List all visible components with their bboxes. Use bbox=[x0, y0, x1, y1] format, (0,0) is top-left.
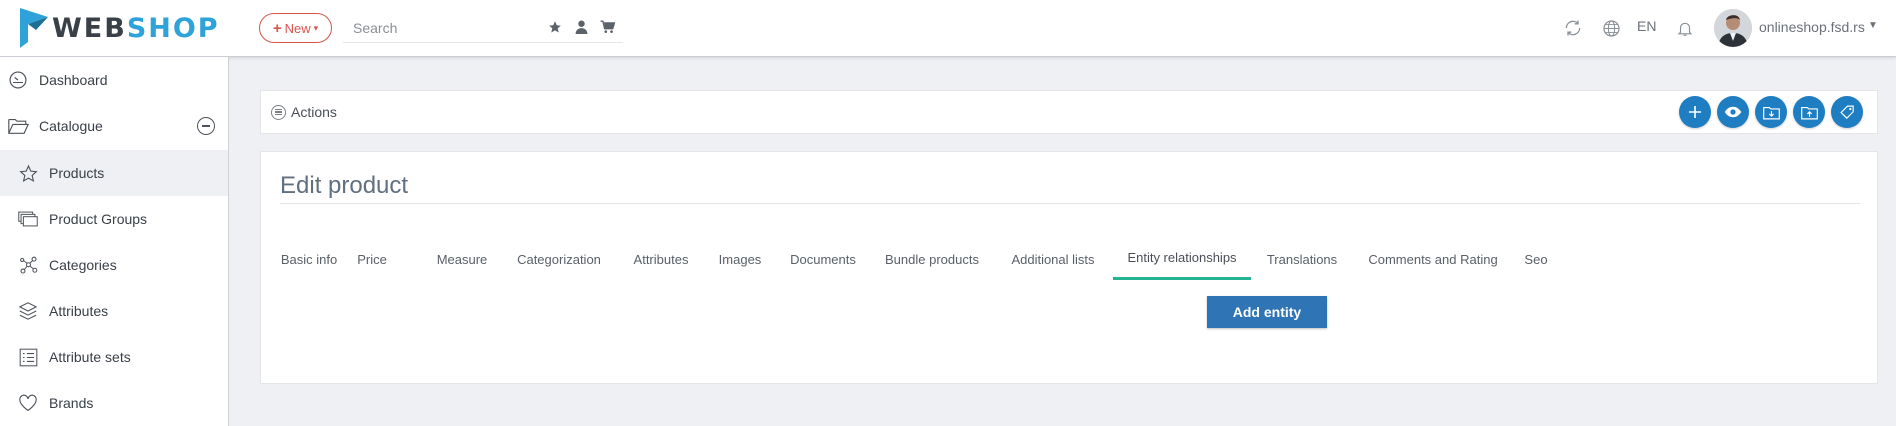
sidebar-item-label: Product Groups bbox=[49, 211, 148, 227]
search-quick-icons bbox=[547, 19, 615, 35]
tab-entity-relationships[interactable]: Entity relationships bbox=[1113, 238, 1251, 280]
logo-mark-icon bbox=[20, 8, 48, 48]
avatar[interactable] bbox=[1714, 9, 1752, 47]
tab-comments-and-rating[interactable]: Comments and Rating bbox=[1367, 238, 1499, 280]
add-button[interactable] bbox=[1679, 96, 1711, 128]
edit-product-card: Edit product Basic info Price Measure Ca… bbox=[260, 151, 1878, 384]
logo-text-web: WEB bbox=[52, 12, 127, 44]
folder-open-icon bbox=[7, 115, 29, 137]
menu-icon bbox=[271, 104, 286, 120]
actions-label[interactable]: Actions bbox=[271, 104, 337, 120]
search-input[interactable] bbox=[343, 19, 533, 36]
list-icon bbox=[17, 346, 39, 368]
sidebar-item-attribute-sets[interactable]: Attribute sets bbox=[0, 334, 228, 380]
sidebar-item-products[interactable]: Products bbox=[0, 150, 228, 196]
add-entity-button[interactable]: Add entity bbox=[1207, 296, 1327, 328]
refresh-icon[interactable] bbox=[1562, 17, 1584, 39]
folder-export-icon bbox=[1800, 106, 1818, 119]
search-bar bbox=[343, 13, 623, 43]
stack-icon bbox=[17, 208, 39, 230]
tab-basic-info[interactable]: Basic info bbox=[280, 238, 338, 280]
user-menu-caret-icon[interactable]: ▼ bbox=[1868, 20, 1878, 31]
heart-icon bbox=[17, 392, 39, 414]
webshop-logo[interactable]: WEBSHOP bbox=[20, 8, 220, 48]
export-button[interactable] bbox=[1793, 96, 1825, 128]
logo-text-shop: SHOP bbox=[126, 12, 220, 44]
sidebar-item-label: Brands bbox=[49, 395, 94, 411]
sidebar-item-dashboard[interactable]: Dashboard bbox=[0, 57, 228, 103]
chevron-down-icon: ▾ bbox=[313, 22, 319, 33]
tab-categorization[interactable]: Categorization bbox=[516, 238, 602, 280]
sidebar-item-product-groups[interactable]: Product Groups bbox=[0, 196, 228, 242]
network-icon bbox=[17, 254, 39, 276]
tab-images[interactable]: Images bbox=[716, 238, 764, 280]
sidebar-item-label: Catalogue bbox=[39, 118, 103, 134]
tags-icon bbox=[1839, 105, 1854, 119]
tab-price[interactable]: Price bbox=[355, 238, 389, 280]
title-divider bbox=[280, 203, 1860, 204]
actions-text: Actions bbox=[291, 104, 337, 120]
tags-button[interactable] bbox=[1831, 96, 1863, 128]
sidebar-item-categories[interactable]: Categories bbox=[0, 242, 228, 288]
sidebar-item-label: Products bbox=[49, 165, 105, 181]
sidebar-item-attributes[interactable]: Attributes bbox=[0, 288, 228, 334]
page-title: Edit product bbox=[280, 172, 409, 199]
logo-text: WEBSHOP bbox=[52, 15, 220, 42]
sidebar-item-label: Attribute sets bbox=[49, 349, 131, 365]
tab-measure[interactable]: Measure bbox=[436, 238, 488, 280]
tab-seo[interactable]: Seo bbox=[1523, 238, 1549, 280]
plus-icon: + bbox=[272, 19, 282, 37]
bell-icon[interactable] bbox=[1674, 17, 1696, 39]
tab-documents[interactable]: Documents bbox=[789, 238, 857, 280]
collapse-minus-icon[interactable] bbox=[197, 117, 215, 135]
user-icon[interactable] bbox=[573, 19, 589, 35]
add-icon bbox=[1689, 106, 1701, 118]
sidebar-item-label: Attributes bbox=[49, 303, 109, 319]
cart-icon[interactable] bbox=[599, 19, 615, 35]
preview-icon bbox=[1724, 106, 1742, 118]
user-name[interactable]: onlineshop.fsd.rs bbox=[1759, 19, 1865, 35]
new-button[interactable]: + New ▾ bbox=[259, 13, 332, 43]
preview-button[interactable] bbox=[1717, 96, 1749, 128]
tab-bundle-products[interactable]: Bundle products bbox=[885, 238, 979, 280]
speedometer-icon bbox=[7, 69, 29, 91]
sidebar: Dashboard Catalogue Products Product Gro… bbox=[0, 57, 229, 426]
language-selector[interactable]: EN bbox=[1637, 18, 1656, 34]
folder-import-icon bbox=[1762, 106, 1780, 119]
sidebar-item-label: Dashboard bbox=[39, 72, 108, 88]
new-button-label: New bbox=[284, 20, 311, 36]
star-outline-icon bbox=[17, 162, 39, 184]
top-bar: WEBSHOP + New ▾ EN bbox=[0, 0, 1896, 57]
layers-icon bbox=[17, 300, 39, 322]
star-icon[interactable] bbox=[547, 19, 563, 35]
tab-additional-lists[interactable]: Additional lists bbox=[1009, 238, 1097, 280]
actions-bar: Actions bbox=[260, 90, 1878, 134]
tab-attributes[interactable]: Attributes bbox=[631, 238, 691, 280]
import-button[interactable] bbox=[1755, 96, 1787, 128]
globe-icon[interactable] bbox=[1600, 17, 1622, 39]
tab-translations[interactable]: Translations bbox=[1265, 238, 1339, 280]
sidebar-item-brands[interactable]: Brands bbox=[0, 380, 228, 426]
sidebar-item-label: Categories bbox=[49, 257, 117, 273]
sidebar-item-catalogue[interactable]: Catalogue bbox=[0, 103, 228, 149]
